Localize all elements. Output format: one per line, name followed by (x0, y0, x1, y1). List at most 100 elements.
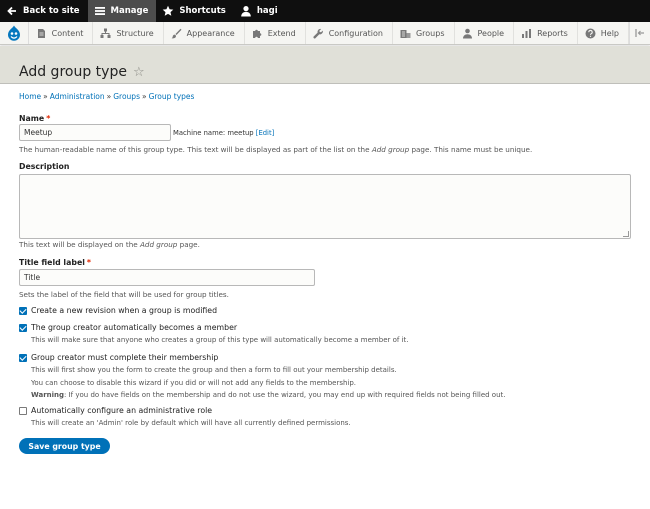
admin-role-description: This will create an 'Admin' role by defa… (31, 419, 351, 427)
description-desc-part2: page. (177, 240, 200, 249)
tray-item-label: Configuration (328, 28, 383, 38)
page-title-row: Add group type ☆ (19, 64, 650, 80)
title-description: Sets the label of the field that will be… (19, 290, 229, 299)
tray-item-groups[interactable]: Groups (393, 22, 455, 44)
shortcuts-tab[interactable]: Shortcuts (156, 0, 233, 22)
tray-item-configuration[interactable]: Configuration (306, 22, 393, 44)
back-to-site-label: Back to site (23, 6, 80, 16)
wrench-icon (313, 28, 323, 38)
description-help: This text will be displayed on the Add g… (19, 240, 200, 249)
tray-item-help[interactable]: Help (578, 22, 630, 44)
structure-icon (100, 28, 111, 38)
star-icon (163, 5, 174, 16)
title-input-value: Title (24, 273, 41, 282)
tray-item-label: Help (600, 28, 620, 38)
revision-checkbox-row[interactable]: Create a new revision when a group is mo… (19, 306, 217, 315)
name-description: The human-readable name of this group ty… (19, 145, 532, 154)
tray-item-extend[interactable]: Extend (245, 22, 306, 44)
wizard-checkbox[interactable] (19, 353, 27, 362)
admin-role-label: Automatically configure an administrativ… (31, 406, 213, 415)
name-desc-part2: page. This name must be unique. (409, 145, 533, 154)
wizard-desc-line1: This will first show you the form to cre… (31, 366, 397, 374)
breadcrumb-administration[interactable]: Administration (50, 92, 105, 101)
name-input-value: Meetup (24, 128, 53, 137)
tray-item-reports[interactable]: Reports (514, 22, 578, 44)
tray-item-appearance[interactable]: Appearance (164, 22, 245, 44)
star-outline-icon[interactable]: ☆ (133, 65, 145, 80)
wizard-desc-line3: Warning: If you do have fields on the me… (31, 389, 506, 402)
user-label: hagi (256, 6, 278, 16)
name-field-label: Name * (19, 114, 50, 123)
tray-item-label: People (477, 28, 505, 38)
breadcrumb-groups[interactable]: Groups (113, 92, 140, 101)
description-desc-emphasis: Add group (139, 240, 178, 249)
required-marker: * (46, 114, 51, 123)
name-input[interactable]: Meetup (19, 124, 171, 141)
collapse-icon (635, 29, 644, 37)
document-icon (37, 28, 45, 38)
description-field-label: Description (19, 162, 70, 171)
breadcrumb: Home» Administration» Groups» Group types (19, 92, 195, 101)
puzzle-icon (252, 29, 262, 38)
user-tab[interactable]: hagi (234, 0, 286, 22)
description-textarea[interactable] (19, 174, 631, 239)
creator-member-label: The group creator automatically becomes … (31, 323, 238, 332)
save-group-type-button[interactable]: Save group type (19, 438, 110, 454)
creator-member-checkbox-row[interactable]: The group creator automatically becomes … (19, 323, 237, 332)
tray-orientation-toggle[interactable] (629, 22, 650, 44)
wizard-label: Group creator must complete their member… (31, 353, 219, 362)
manage-label: Manage (110, 6, 149, 16)
manage-tab[interactable]: Manage (87, 0, 157, 22)
required-marker: * (86, 258, 91, 267)
admin-role-checkbox-row[interactable]: Automatically configure an administrativ… (19, 406, 212, 415)
menu-icon (94, 7, 105, 15)
tray-item-structure[interactable]: Structure (93, 22, 164, 44)
arrow-left-icon (7, 6, 16, 16)
name-desc-part1: The human-readable name of this group ty… (19, 145, 372, 154)
brush-icon (171, 28, 182, 38)
tray-item-label: Appearance (186, 28, 235, 38)
wizard-desc-line2: You can choose to disable this wizard if… (31, 378, 357, 387)
machine-name-text: Machine name: meetup (173, 129, 254, 137)
drupal-drop-icon (7, 25, 20, 41)
resize-grip-icon[interactable] (623, 231, 629, 237)
wizard-warning-label: Warning (31, 391, 65, 399)
main-content: Home» Administration» Groups» Group types (19, 92, 631, 101)
shortcuts-label: Shortcuts (179, 6, 226, 16)
tray-item-label: Reports (537, 28, 568, 38)
user-icon (241, 6, 251, 17)
drupal-logo[interactable] (0, 22, 29, 44)
breadcrumb-group-types[interactable]: Group types (149, 92, 195, 101)
tray-item-label: Content (51, 28, 84, 38)
machine-name-edit-link[interactable]: [Edit] (256, 129, 274, 137)
wizard-checkbox-row[interactable]: Group creator must complete their member… (19, 353, 218, 362)
page-header: Add group type ☆ (0, 46, 650, 84)
machine-name: Machine name: meetup [Edit] (173, 129, 274, 137)
tray-item-label: Extend (267, 28, 296, 38)
title-label-text: Title field label (19, 258, 85, 267)
breadcrumb-home[interactable]: Home (19, 92, 41, 101)
creator-member-description: This will make sure that anyone who crea… (31, 336, 409, 344)
creator-member-checkbox[interactable] (19, 323, 27, 332)
groups-icon (400, 29, 411, 38)
wizard-description: This will first show you the form to cre… (19, 364, 506, 402)
page-title: Add group type (19, 64, 127, 80)
person-icon (462, 28, 472, 38)
name-label-text: Name (19, 114, 45, 123)
revision-label: Create a new revision when a group is mo… (31, 306, 218, 315)
admin-role-checkbox[interactable] (19, 406, 27, 415)
tray-item-label: Groups (415, 28, 445, 38)
wizard-warning-text: : If you do have fields on the membershi… (64, 391, 506, 399)
tray-item-people[interactable]: People (455, 22, 515, 44)
chart-icon (522, 28, 532, 38)
description-desc-part1: This text will be displayed on the (19, 240, 140, 249)
title-label-input[interactable]: Title (19, 269, 315, 286)
help-icon (585, 28, 596, 38)
back-to-site-tab[interactable]: Back to site (0, 0, 88, 22)
title-field-label: Title field label * (19, 258, 91, 267)
revision-checkbox[interactable] (19, 306, 27, 315)
name-desc-emphasis: Add group (371, 145, 410, 154)
tray-item-label: Structure (116, 28, 154, 38)
admin-tray: Content Structure Appearance Extend Conf… (0, 22, 650, 45)
tray-item-content[interactable]: Content (29, 22, 94, 44)
